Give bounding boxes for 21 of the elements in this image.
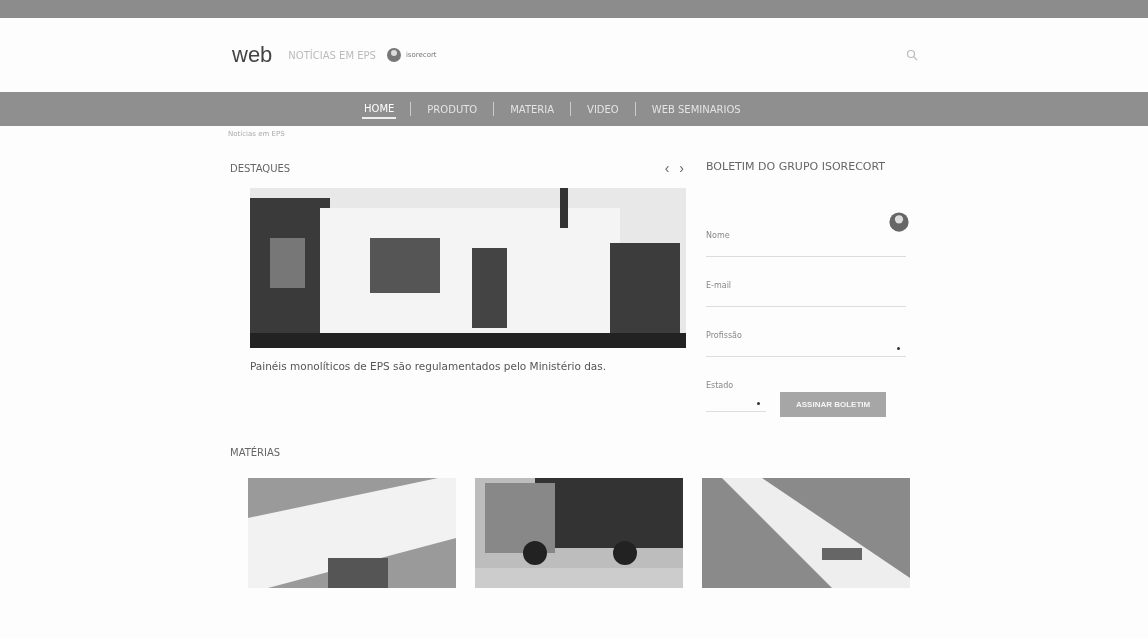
article-headline[interactable]: Painéis monolíticos de EPS são regulamentados pelo Ministério das.: [250, 360, 686, 372]
nav-link[interactable]: VIDEO: [585, 100, 621, 118]
nav-link[interactable]: MATERIA: [508, 100, 557, 118]
site-logo[interactable]: web: [232, 42, 273, 68]
field-label: Nome: [706, 231, 730, 240]
section-title: BOLETIM DO GRUPO ISORECORT: [706, 160, 887, 173]
section-title: DESTAQUES: [230, 162, 291, 174]
search-icon[interactable]: [906, 49, 918, 61]
nav-link[interactable]: WEB SEMINARIOS: [649, 100, 743, 118]
globe-logo-icon: [385, 47, 402, 63]
globe-logo-icon: [888, 211, 910, 233]
previous-button[interactable]: ‹: [662, 160, 672, 176]
field-label: E-mail: [706, 281, 732, 290]
nav-link[interactable]: HOME: [362, 99, 397, 119]
next-button[interactable]: ›: [677, 160, 686, 176]
field-label: Profissão: [706, 331, 742, 340]
nav-link[interactable]: PRODUTO: [425, 100, 480, 118]
site-tagline: NOTÍCIAS EM EPS: [288, 49, 376, 61]
subscribe-button[interactable]: ASSINAR BOLETIM: [780, 392, 887, 417]
section-title: MATÉRIAS: [230, 447, 282, 458]
field-label: Estado: [706, 381, 734, 390]
